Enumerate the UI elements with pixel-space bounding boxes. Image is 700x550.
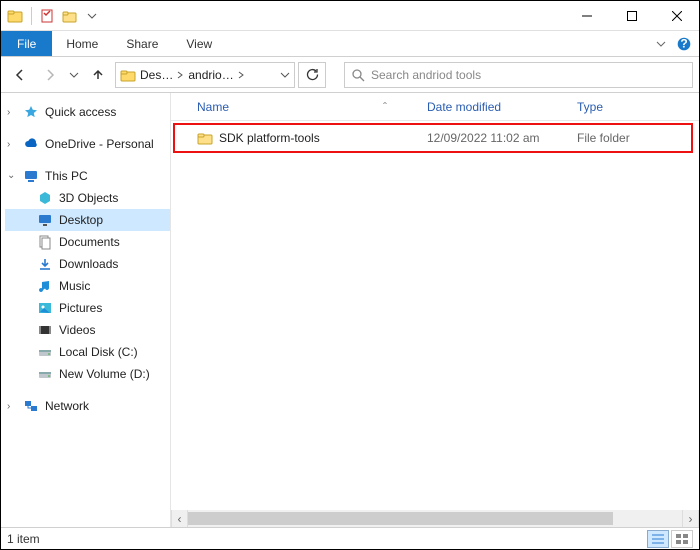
documents-icon bbox=[37, 234, 53, 250]
file-date: 12/09/2022 11:02 am bbox=[427, 131, 577, 145]
folder-icon bbox=[120, 67, 136, 83]
nav-bar: Des… andrio… bbox=[1, 57, 699, 93]
nav-3d-objects[interactable]: 3D Objects bbox=[5, 187, 170, 209]
nav-quick-access[interactable]: › Quick access bbox=[5, 101, 170, 123]
properties-icon[interactable] bbox=[40, 8, 56, 24]
table-row[interactable]: SDK platform-tools 12/09/2022 11:02 am F… bbox=[175, 125, 691, 151]
chevron-down-icon[interactable]: ⌄ bbox=[7, 170, 17, 181]
qat-separator bbox=[31, 7, 32, 25]
item-count: 1 item bbox=[7, 532, 40, 546]
scroll-right-button[interactable]: › bbox=[682, 510, 699, 527]
videos-icon bbox=[37, 322, 53, 338]
nav-desktop[interactable]: Desktop bbox=[5, 209, 170, 231]
star-icon bbox=[23, 104, 39, 120]
nav-documents[interactable]: Documents bbox=[5, 231, 170, 253]
navigation-pane: › Quick access › OneDrive - Personal ⌄ T… bbox=[1, 93, 171, 527]
folder-app-icon bbox=[7, 8, 23, 24]
file-list: Nameˆ Date modified Type SDK platform-to… bbox=[171, 93, 699, 527]
address-bar[interactable]: Des… andrio… bbox=[115, 62, 295, 88]
drive-icon bbox=[37, 366, 53, 382]
nav-local-disk[interactable]: Local Disk (C:) bbox=[5, 341, 170, 363]
svg-text:?: ? bbox=[680, 37, 687, 51]
back-button[interactable] bbox=[7, 62, 33, 88]
highlight-annotation: SDK platform-tools 12/09/2022 11:02 am F… bbox=[173, 123, 693, 153]
tab-share[interactable]: Share bbox=[112, 31, 172, 56]
nav-videos[interactable]: Videos bbox=[5, 319, 170, 341]
status-bar: 1 item bbox=[1, 527, 699, 549]
cloud-icon bbox=[23, 136, 39, 152]
nav-downloads[interactable]: Downloads bbox=[5, 253, 170, 275]
help-icon[interactable]: ? bbox=[677, 37, 691, 51]
thumbnails-view-button[interactable] bbox=[671, 530, 693, 548]
forward-button[interactable] bbox=[37, 62, 63, 88]
qat-dropdown-icon[interactable] bbox=[84, 8, 100, 24]
nav-label: Quick access bbox=[45, 105, 116, 119]
nav-label: New Volume (D:) bbox=[59, 367, 150, 381]
nav-label: Music bbox=[59, 279, 90, 293]
nav-music[interactable]: Music bbox=[5, 275, 170, 297]
cube-icon bbox=[37, 190, 53, 206]
nav-label: Documents bbox=[59, 235, 120, 249]
column-type[interactable]: Type bbox=[577, 100, 677, 114]
chevron-right-icon[interactable]: › bbox=[7, 401, 17, 412]
nav-label: Desktop bbox=[59, 213, 103, 227]
ribbon-collapse-icon[interactable] bbox=[655, 38, 667, 50]
new-folder-icon[interactable] bbox=[62, 8, 78, 24]
file-name: SDK platform-tools bbox=[219, 131, 320, 145]
drive-icon bbox=[37, 344, 53, 360]
column-date[interactable]: Date modified bbox=[427, 100, 577, 114]
desktop-icon bbox=[37, 212, 53, 228]
up-button[interactable] bbox=[85, 62, 111, 88]
maximize-button[interactable] bbox=[609, 1, 654, 31]
file-type: File folder bbox=[577, 131, 677, 145]
recent-dropdown[interactable] bbox=[67, 62, 81, 88]
search-input[interactable] bbox=[371, 68, 686, 82]
details-view-button[interactable] bbox=[647, 530, 669, 548]
nav-label: This PC bbox=[45, 169, 88, 183]
title-bar bbox=[1, 1, 699, 31]
nav-label: Downloads bbox=[59, 257, 118, 271]
refresh-button[interactable] bbox=[298, 62, 326, 88]
pc-icon bbox=[23, 168, 39, 184]
nav-label: Pictures bbox=[59, 301, 102, 315]
download-icon bbox=[37, 256, 53, 272]
nav-this-pc[interactable]: ⌄ This PC bbox=[5, 165, 170, 187]
column-headers: Nameˆ Date modified Type bbox=[171, 93, 699, 121]
music-icon bbox=[37, 278, 53, 294]
nav-pictures[interactable]: Pictures bbox=[5, 297, 170, 319]
search-icon bbox=[351, 68, 365, 82]
breadcrumb-seg[interactable]: Des… bbox=[140, 68, 184, 82]
nav-label: 3D Objects bbox=[59, 191, 118, 205]
ribbon-tabs: File Home Share View ? bbox=[1, 31, 699, 57]
nav-label: Network bbox=[45, 399, 89, 413]
address-dropdown-icon[interactable] bbox=[280, 70, 290, 80]
close-button[interactable] bbox=[654, 1, 699, 31]
nav-onedrive[interactable]: › OneDrive - Personal bbox=[5, 133, 170, 155]
chevron-right-icon[interactable]: › bbox=[7, 139, 17, 150]
horizontal-scrollbar[interactable]: ‹ › bbox=[171, 510, 699, 527]
nav-label: Local Disk (C:) bbox=[59, 345, 138, 359]
nav-network[interactable]: › Network bbox=[5, 395, 170, 417]
nav-new-volume[interactable]: New Volume (D:) bbox=[5, 363, 170, 385]
nav-label: Videos bbox=[59, 323, 95, 337]
network-icon bbox=[23, 398, 39, 414]
search-box[interactable] bbox=[344, 62, 693, 88]
scroll-left-button[interactable]: ‹ bbox=[171, 510, 188, 527]
chevron-right-icon[interactable]: › bbox=[7, 107, 17, 118]
sort-indicator-icon: ˆ bbox=[383, 100, 387, 114]
breadcrumb-seg[interactable]: andrio… bbox=[188, 68, 244, 82]
scroll-thumb[interactable] bbox=[188, 512, 613, 525]
nav-label: OneDrive - Personal bbox=[45, 137, 154, 151]
tab-home[interactable]: Home bbox=[52, 31, 112, 56]
column-name[interactable]: Nameˆ bbox=[197, 100, 427, 114]
folder-icon bbox=[197, 130, 213, 146]
pictures-icon bbox=[37, 300, 53, 316]
tab-view[interactable]: View bbox=[172, 31, 226, 56]
minimize-button[interactable] bbox=[564, 1, 609, 31]
tab-file[interactable]: File bbox=[1, 31, 52, 56]
